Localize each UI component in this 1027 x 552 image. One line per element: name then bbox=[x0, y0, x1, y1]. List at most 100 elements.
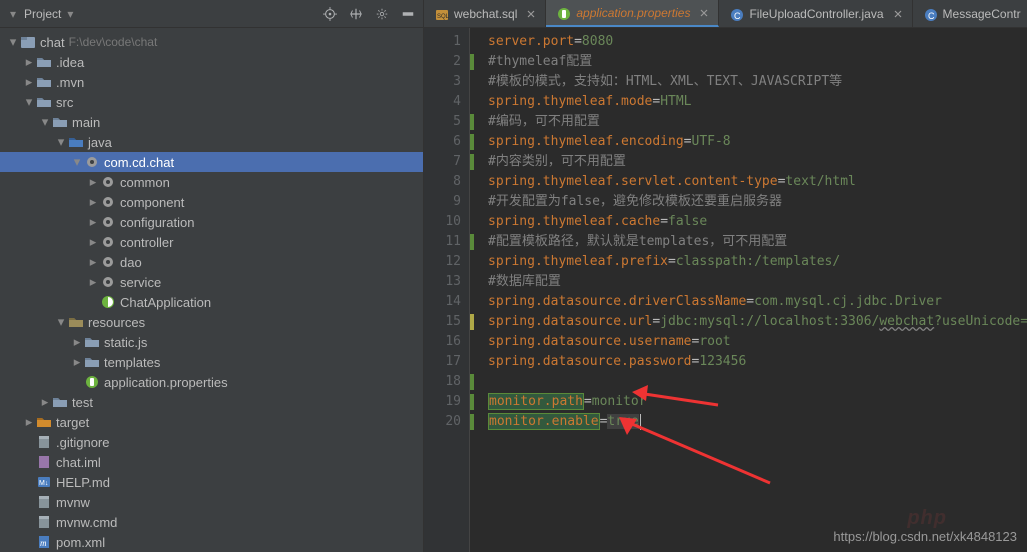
tree-item-templates[interactable]: ▸templates bbox=[0, 352, 423, 372]
line-number[interactable]: 4 bbox=[424, 92, 461, 112]
tree-item-src[interactable]: ▾src bbox=[0, 92, 423, 112]
code-line[interactable]: #编码，可不用配置 bbox=[488, 112, 1027, 132]
chevron-icon[interactable]: ▸ bbox=[88, 194, 98, 210]
code-line[interactable]: monitor.path=monitor bbox=[488, 392, 1027, 412]
chevron-icon[interactable]: ▸ bbox=[40, 394, 50, 410]
line-number[interactable]: 17 bbox=[424, 352, 461, 372]
tree-item-static-js[interactable]: ▸static.js bbox=[0, 332, 423, 352]
line-number[interactable]: 1 bbox=[424, 32, 461, 52]
code-line[interactable]: spring.thymeleaf.prefix=classpath:/templ… bbox=[488, 252, 1027, 272]
tab-fileuploadcontroller-java[interactable]: CFileUploadController.java bbox=[719, 0, 912, 27]
code-line[interactable]: #内容类别，可不用配置 bbox=[488, 152, 1027, 172]
chevron-icon[interactable]: ▾ bbox=[72, 154, 82, 170]
panel-title[interactable]: Project bbox=[24, 7, 61, 21]
line-number[interactable]: 13 bbox=[424, 272, 461, 292]
line-number[interactable]: 10 bbox=[424, 212, 461, 232]
panel-dropdown-icon[interactable]: ▾ bbox=[65, 7, 75, 21]
locate-icon[interactable] bbox=[323, 7, 337, 21]
project-tree[interactable]: ▾chatF:\dev\code\chat▸.idea▸.mvn▾src▾mai… bbox=[0, 28, 423, 552]
tree-item--gitignore[interactable]: ▸.gitignore bbox=[0, 432, 423, 452]
tree-item-chat[interactable]: ▾chatF:\dev\code\chat bbox=[0, 32, 423, 52]
chevron-icon[interactable]: ▸ bbox=[72, 354, 82, 370]
tree-item-mvnw-cmd[interactable]: ▸mvnw.cmd bbox=[0, 512, 423, 532]
code-content[interactable]: server.port=8080#thymeleaf配置#模板的模式，支持如：H… bbox=[480, 28, 1027, 552]
line-number[interactable]: 5 bbox=[424, 112, 461, 132]
chevron-icon[interactable]: ▸ bbox=[24, 74, 34, 90]
chevron-icon[interactable]: ▾ bbox=[8, 34, 18, 50]
line-number[interactable]: 9 bbox=[424, 192, 461, 212]
tree-item-chat-iml[interactable]: ▸chat.iml bbox=[0, 452, 423, 472]
close-icon[interactable] bbox=[523, 7, 535, 21]
tree-item-target[interactable]: ▸target bbox=[0, 412, 423, 432]
line-number[interactable]: 14 bbox=[424, 292, 461, 312]
code-line[interactable]: #数据库配置 bbox=[488, 272, 1027, 292]
chevron-icon[interactable]: ▸ bbox=[72, 334, 82, 350]
chevron-icon[interactable]: ▸ bbox=[24, 54, 34, 70]
tree-item-main[interactable]: ▾main bbox=[0, 112, 423, 132]
chevron-icon[interactable]: ▸ bbox=[88, 214, 98, 230]
line-number[interactable]: 16 bbox=[424, 332, 461, 352]
code-line[interactable]: spring.datasource.username=root bbox=[488, 332, 1027, 352]
expand-icon[interactable] bbox=[349, 7, 363, 21]
line-number[interactable]: 18 bbox=[424, 372, 461, 392]
code-line[interactable]: #thymeleaf配置 bbox=[488, 52, 1027, 72]
tree-item--mvn[interactable]: ▸.mvn bbox=[0, 72, 423, 92]
tree-item-pom-xml[interactable]: ▸mpom.xml bbox=[0, 532, 423, 552]
line-number[interactable]: 8 bbox=[424, 172, 461, 192]
tree-item--idea[interactable]: ▸.idea bbox=[0, 52, 423, 72]
line-number[interactable]: 7 bbox=[424, 152, 461, 172]
tree-item-service[interactable]: ▸service bbox=[0, 272, 423, 292]
code-line[interactable]: #配置模板路径，默认就是templates，可不用配置 bbox=[488, 232, 1027, 252]
code-line[interactable]: spring.thymeleaf.encoding=UTF-8 bbox=[488, 132, 1027, 152]
tree-item-chatapplication[interactable]: ▸ChatApplication bbox=[0, 292, 423, 312]
chevron-icon[interactable]: ▸ bbox=[88, 234, 98, 250]
code-line[interactable]: server.port=8080 bbox=[488, 32, 1027, 52]
code-line[interactable]: spring.thymeleaf.servlet.content-type=te… bbox=[488, 172, 1027, 192]
chevron-icon[interactable]: ▸ bbox=[88, 174, 98, 190]
code-editor[interactable]: 1234567891011121314151617181920 server.p… bbox=[424, 28, 1027, 552]
panel-arrow-icon[interactable]: ▾ bbox=[8, 7, 18, 21]
line-number[interactable]: 15 bbox=[424, 312, 461, 332]
code-line[interactable]: spring.datasource.url=jdbc:mysql://local… bbox=[488, 312, 1027, 332]
tree-item-component[interactable]: ▸component bbox=[0, 192, 423, 212]
line-number[interactable]: 3 bbox=[424, 72, 461, 92]
tree-item-com-cd-chat[interactable]: ▾com.cd.chat bbox=[0, 152, 423, 172]
tab-webchat-sql[interactable]: SQLwebchat.sql bbox=[424, 0, 546, 27]
code-line[interactable]: spring.datasource.password=123456 bbox=[488, 352, 1027, 372]
tree-item-java[interactable]: ▾java bbox=[0, 132, 423, 152]
line-number[interactable]: 20 bbox=[424, 412, 461, 432]
line-number[interactable]: 2 bbox=[424, 52, 461, 72]
tree-item-application-properties[interactable]: ▸application.properties bbox=[0, 372, 423, 392]
gear-icon[interactable] bbox=[375, 7, 389, 21]
tree-item-help-md[interactable]: ▸M↓HELP.md bbox=[0, 472, 423, 492]
hide-icon[interactable] bbox=[401, 7, 415, 21]
close-icon[interactable] bbox=[696, 6, 708, 20]
chevron-icon[interactable]: ▾ bbox=[24, 94, 34, 110]
tree-item-configuration[interactable]: ▸configuration bbox=[0, 212, 423, 232]
tree-item-mvnw[interactable]: ▸mvnw bbox=[0, 492, 423, 512]
tree-item-common[interactable]: ▸common bbox=[0, 172, 423, 192]
code-line[interactable]: #模板的模式，支持如：HTML、XML、TEXT、JAVASCRIPT等 bbox=[488, 72, 1027, 92]
chevron-icon[interactable]: ▸ bbox=[88, 254, 98, 270]
line-number[interactable]: 19 bbox=[424, 392, 461, 412]
close-icon[interactable] bbox=[890, 7, 902, 21]
tree-item-controller[interactable]: ▸controller bbox=[0, 232, 423, 252]
line-number[interactable]: 12 bbox=[424, 252, 461, 272]
line-number[interactable]: 11 bbox=[424, 232, 461, 252]
code-line[interactable]: #开发配置为false，避免修改模板还要重启服务器 bbox=[488, 192, 1027, 212]
tree-item-resources[interactable]: ▾resources bbox=[0, 312, 423, 332]
code-line[interactable]: monitor.enable=true bbox=[488, 412, 1027, 432]
chevron-icon[interactable]: ▾ bbox=[40, 114, 50, 130]
chevron-icon[interactable]: ▾ bbox=[56, 314, 66, 330]
code-line[interactable] bbox=[488, 372, 1027, 392]
chevron-icon[interactable]: ▸ bbox=[24, 414, 34, 430]
line-number[interactable]: 6 bbox=[424, 132, 461, 152]
tab-application-properties[interactable]: application.properties bbox=[546, 0, 719, 27]
chevron-icon[interactable]: ▸ bbox=[88, 274, 98, 290]
chevron-icon[interactable]: ▾ bbox=[56, 134, 66, 150]
tree-item-test[interactable]: ▸test bbox=[0, 392, 423, 412]
code-line[interactable]: spring.thymeleaf.cache=false bbox=[488, 212, 1027, 232]
tab-messagecontr[interactable]: CMessageContr bbox=[913, 0, 1027, 27]
tree-item-dao[interactable]: ▸dao bbox=[0, 252, 423, 272]
code-line[interactable]: spring.thymeleaf.mode=HTML bbox=[488, 92, 1027, 112]
